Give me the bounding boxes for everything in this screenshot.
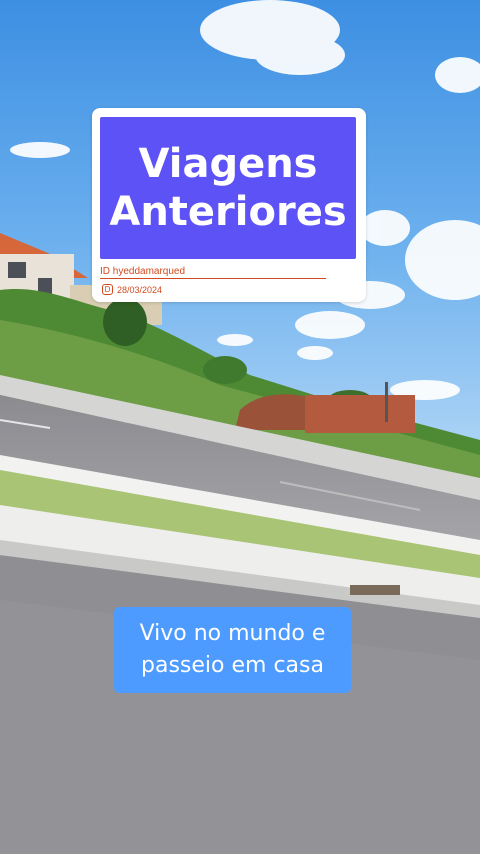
date-text: 28/03/2024 [117, 284, 163, 295]
caption-line-2: passeio em casa [141, 653, 324, 678]
date-row: D 28/03/2024 [102, 284, 162, 295]
title-line-2: Anteriores [109, 189, 347, 235]
caption-line-1: Vivo no mundo e [139, 621, 326, 646]
title-card: Viagens Anteriores ID hyeddamarqued D 28… [92, 108, 366, 302]
title-box: Viagens Anteriores [100, 117, 356, 259]
calendar-d-icon: D [102, 284, 113, 295]
id-text: ID hyeddamarqued [100, 266, 326, 279]
caption-box: Vivo no mundo e passeio em casa [114, 607, 351, 693]
title-line-1: Viagens [138, 141, 318, 187]
